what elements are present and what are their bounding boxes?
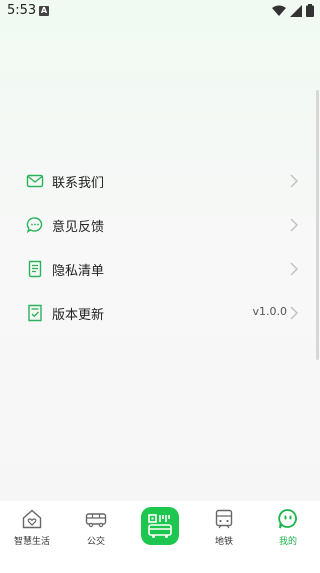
tab-label: 智慧生活	[13, 537, 50, 547]
document-list-icon	[28, 260, 42, 278]
battery-icon	[306, 4, 314, 17]
status-time: 5:53	[7, 3, 37, 18]
menu-item-privacy-list[interactable]: 隐私清单	[0, 247, 320, 291]
mail-icon	[26, 174, 44, 188]
scan-qr-bus-icon	[148, 514, 172, 538]
home-heart-icon	[22, 509, 42, 529]
version-value: v1.0.0	[252, 305, 288, 318]
chevron-right-icon	[290, 262, 299, 276]
menu-item-label: 意见反馈	[52, 220, 105, 235]
menu-item-version-update[interactable]: 版本更新 v1.0.0	[0, 291, 320, 335]
menu-item-label: 联系我们	[52, 176, 105, 191]
menu-item-label: 隐私清单	[52, 264, 105, 279]
scan-ride-button[interactable]	[141, 507, 179, 545]
tab-label: 我的	[278, 537, 297, 547]
tab-metro[interactable]: 地铁	[192, 501, 256, 553]
chevron-right-icon	[290, 306, 299, 320]
status-icons	[272, 4, 314, 17]
profile-face-icon	[278, 509, 297, 529]
app-notification-icon: A	[39, 6, 49, 16]
menu-item-feedback[interactable]: 意见反馈	[0, 203, 320, 247]
menu-item-contact-us[interactable]: 联系我们	[0, 159, 320, 203]
chevron-right-icon	[290, 218, 299, 232]
bus-icon	[85, 513, 107, 528]
tab-mine[interactable]: 我的	[256, 501, 320, 553]
version-check-icon	[28, 304, 42, 322]
tab-label: 公交	[86, 537, 105, 547]
signal-icon	[290, 4, 302, 17]
tab-bus[interactable]: 公交	[64, 501, 128, 553]
menu-item-label: 版本更新	[52, 308, 105, 323]
tab-smart-life[interactable]: 智慧生活	[0, 501, 64, 553]
wifi-icon	[272, 5, 286, 16]
scrollbar[interactable]	[316, 90, 319, 360]
settings-menu: 联系我们 意见反馈 隐私清单 版本更新 v1.0.0	[0, 159, 320, 335]
chat-bubble-icon	[26, 217, 43, 234]
system-navigation-bar	[0, 553, 320, 573]
status-bar: 5:53 A	[0, 0, 320, 24]
bottom-tab-bar: 智慧生活 公交 地铁 我的	[0, 501, 320, 553]
tab-label: 地铁	[214, 537, 233, 547]
chevron-right-icon	[290, 174, 299, 188]
metro-icon	[215, 509, 233, 529]
